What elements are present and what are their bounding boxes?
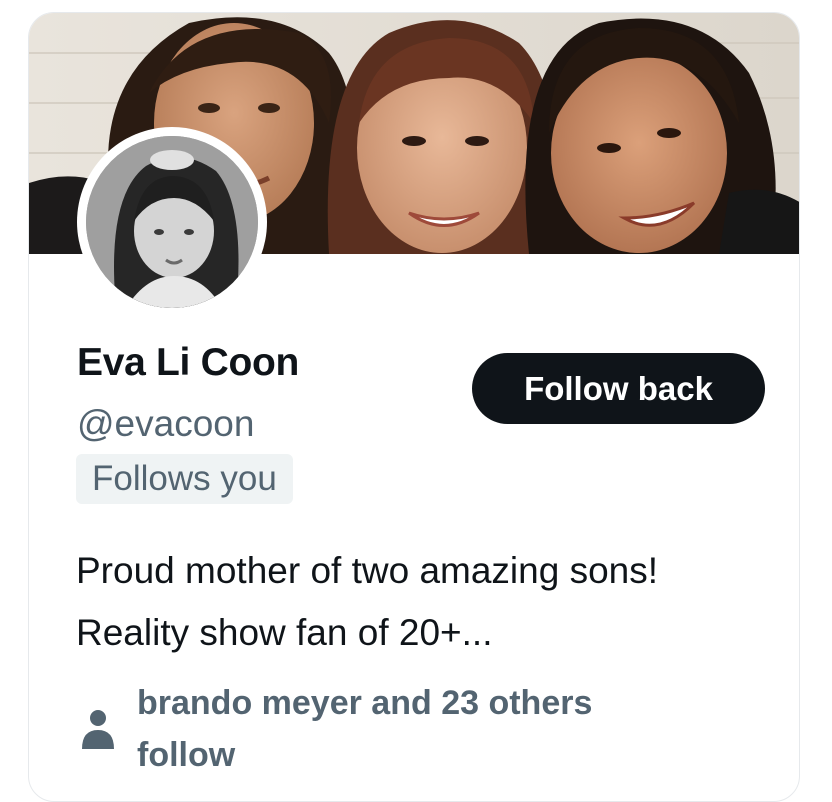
profile-display-name[interactable]: Eva Li Coon: [77, 341, 299, 385]
avatar-photo: [86, 136, 258, 308]
mutual-followers[interactable]: brando meyer and 23 others follow: [81, 677, 781, 797]
follow-back-button[interactable]: Follow back: [472, 353, 765, 424]
profile-handle[interactable]: @evacoon: [77, 403, 254, 445]
person-icon: [82, 710, 114, 749]
follows-you-badge: Follows you: [76, 454, 293, 504]
profile-hover-card: Eva Li Coon @evacoon Follows you Follow …: [28, 12, 800, 802]
profile-bio: Proud mother of two amazing sons! Realit…: [76, 550, 659, 653]
mutual-followers-text[interactable]: brando meyer and 23 others follow: [137, 677, 597, 781]
avatar[interactable]: [77, 127, 267, 317]
